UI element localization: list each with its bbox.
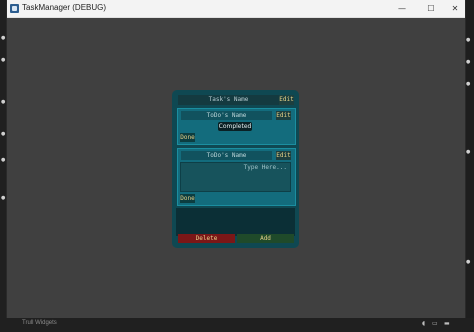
desktop-icon: ● — [1, 157, 6, 163]
maximize-button[interactable]: ☐ — [420, 0, 442, 17]
desktop-icon: ● — [466, 259, 471, 265]
minimize-button[interactable]: — — [391, 0, 413, 17]
todo-done-button[interactable]: Done — [180, 133, 195, 142]
window-title: TaskManager (DEBUG) — [22, 3, 107, 12]
app-icon — [10, 4, 19, 13]
title-bar[interactable]: TaskManager (DEBUG) — ☐ ✕ — [7, 0, 465, 18]
todo-item-1: ToDo's Name Edit Completed Done — [177, 108, 296, 145]
delete-task-button[interactable]: Delete — [178, 234, 235, 243]
todo-edit-button[interactable]: Edit — [276, 151, 291, 160]
task-name-input[interactable]: Task's Name — [178, 95, 279, 105]
todo-done-button[interactable]: Done — [180, 194, 195, 203]
desktop-icon: ● — [1, 35, 6, 41]
tray-icon[interactable]: ▭ — [432, 320, 438, 327]
task-edit-button[interactable]: Edit — [279, 95, 294, 105]
todo-item-2: ToDo's Name Edit Type Here... Done — [177, 148, 296, 206]
add-todo-button[interactable]: Add — [237, 234, 294, 243]
taskbar: Trull Widgets ◖ ▭ ▬ — [0, 318, 474, 332]
taskbar-widgets-label[interactable]: Trull Widgets — [22, 320, 57, 326]
desktop-icon: ● — [466, 59, 471, 65]
completed-tooltip: Completed — [218, 122, 252, 131]
desktop-icon: ● — [1, 131, 6, 137]
desktop-icon: ● — [466, 149, 471, 155]
desktop-icon: ● — [1, 99, 6, 105]
todo-name-input[interactable]: ToDo's Name — [181, 151, 272, 160]
tray-icon[interactable]: ◖ — [422, 320, 425, 327]
todo-name-input[interactable]: ToDo's Name — [181, 111, 272, 120]
desktop-icon: ● — [466, 37, 471, 43]
task-footer-area — [176, 208, 295, 236]
desktop-icon: ● — [1, 195, 6, 201]
desktop-icon: ● — [466, 81, 471, 87]
task-card: Task's Name Edit ToDo's Name Edit Comple… — [172, 90, 299, 248]
tray-icon[interactable]: ▬ — [444, 320, 450, 327]
desktop-icon: ● — [1, 57, 6, 63]
close-button[interactable]: ✕ — [444, 0, 466, 17]
todo-edit-button[interactable]: Edit — [276, 111, 291, 120]
todo-text-input[interactable]: Type Here... — [180, 162, 291, 192]
